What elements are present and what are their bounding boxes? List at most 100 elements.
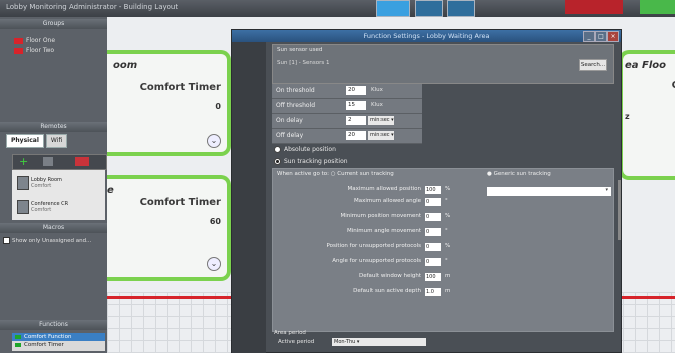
search-button[interactable]: Search... bbox=[579, 59, 607, 71]
param-unit: Klux bbox=[371, 102, 383, 108]
close-icon[interactable]: × bbox=[607, 31, 619, 42]
remote-list: Lobby Room Comfort Conference CR Comfort bbox=[12, 170, 105, 220]
function-value: 0 bbox=[215, 102, 221, 111]
maximize-icon[interactable]: □ bbox=[595, 31, 607, 42]
on-threshold-input[interactable]: 20 bbox=[346, 86, 366, 95]
param-label: Off threshold bbox=[276, 102, 316, 109]
checkbox-box[interactable] bbox=[3, 237, 10, 244]
room-name: e bbox=[107, 185, 114, 196]
remote-tabs: Physical Wifi bbox=[6, 134, 69, 148]
remote-sub: Comfort bbox=[31, 207, 52, 213]
title-bar: Lobby Monitoring Administrator - Buildin… bbox=[0, 0, 675, 17]
edit-icon[interactable] bbox=[43, 157, 53, 166]
area-label: Area period bbox=[274, 330, 306, 336]
sun-tracking-radio[interactable]: Sun tracking position bbox=[274, 158, 348, 165]
param-unit: Klux bbox=[371, 87, 383, 93]
add-icon[interactable]: + bbox=[19, 156, 29, 167]
list-view-button[interactable] bbox=[415, 0, 443, 17]
radio-dot[interactable] bbox=[274, 158, 281, 165]
function-icon bbox=[15, 343, 21, 347]
max-position-input[interactable]: 100 bbox=[425, 186, 441, 194]
adv-row: Minimum position movement 0% bbox=[340, 213, 451, 221]
window-title: Lobby Monitoring Administrator - Buildin… bbox=[6, 3, 179, 11]
max-angle-input[interactable]: 0 bbox=[425, 198, 441, 206]
param-row: On delay 2 min:sec ▾ bbox=[272, 114, 422, 129]
room-card[interactable]: oom Comfort Timer 0 ⌄ bbox=[107, 50, 231, 156]
alert-indicator[interactable] bbox=[565, 0, 623, 14]
function-value: z bbox=[625, 112, 630, 121]
option-generic[interactable]: ● Generic sun tracking bbox=[487, 171, 551, 177]
sensor-value: Sun [1] - Sensors 1 bbox=[277, 60, 330, 66]
on-delay-input[interactable]: 2 bbox=[346, 116, 366, 125]
room-name: oom bbox=[113, 60, 138, 71]
settings-view-button[interactable] bbox=[447, 0, 475, 17]
functions-header: Functions bbox=[0, 320, 107, 330]
minimize-icon[interactable]: _ bbox=[583, 31, 595, 42]
adv-row: Default window height 100 m bbox=[359, 273, 451, 281]
left-panel: Groups Floor One Floor Two Remotes Physi… bbox=[0, 17, 107, 353]
group-item[interactable]: Floor Two bbox=[14, 47, 54, 55]
checkbox-label: Show only Unassigned and... bbox=[12, 238, 92, 244]
function-value: 60 bbox=[209, 217, 221, 226]
function-name: Comfort Timer bbox=[139, 82, 221, 93]
function-list: Comfort Function Comfort Timer bbox=[12, 333, 105, 351]
area-period: Area period Active period Mon-Thu ▾ bbox=[272, 330, 612, 346]
list-item[interactable]: Conference CR Comfort bbox=[14, 196, 104, 218]
active-period-label: Active period bbox=[278, 339, 315, 345]
off-delay-unit-select[interactable]: min:sec ▾ bbox=[368, 131, 394, 140]
adv-row: Minimum angle movement 0 ° bbox=[347, 228, 448, 236]
room-card[interactable]: ea Floo C z bbox=[619, 50, 675, 180]
param-label: On delay bbox=[276, 117, 303, 124]
sun-tracking-panel: When active go to: ○ Current sun trackin… bbox=[272, 168, 614, 332]
group-label: Floor One bbox=[26, 37, 56, 44]
expand-icon[interactable]: ⌄ bbox=[207, 134, 221, 148]
list-item[interactable]: Lobby Room Comfort bbox=[14, 172, 104, 194]
min-position-input[interactable]: 0 bbox=[425, 213, 441, 221]
param-row: Off threshold 15 Klux bbox=[272, 99, 422, 114]
dialog-body: Sun sensor used Sun [1] - Sensors 1 Sear… bbox=[266, 42, 617, 353]
remote-sub: Comfort bbox=[31, 183, 52, 189]
off-delay-input[interactable]: 20 bbox=[346, 131, 366, 140]
tab-wifi[interactable]: Wifi bbox=[45, 134, 68, 148]
list-item[interactable]: Comfort Timer bbox=[12, 341, 105, 349]
function-settings-dialog: Function Settings - Lobby Waiting Area _… bbox=[231, 29, 622, 353]
group-color-icon bbox=[14, 37, 23, 44]
param-row: Off delay 20 min:sec ▾ bbox=[272, 129, 422, 144]
group-label: Floor Two bbox=[26, 47, 55, 54]
absolute-position-radio[interactable]: Absolute position bbox=[274, 146, 336, 153]
dialog-title: Function Settings - Lobby Waiting Area bbox=[232, 30, 621, 42]
option-current[interactable]: Current sun tracking bbox=[337, 171, 394, 177]
window-height-input[interactable]: 100 bbox=[425, 273, 441, 281]
dialog-side-strip bbox=[232, 42, 266, 353]
remotes-header: Remotes bbox=[0, 122, 107, 132]
expand-icon[interactable]: ⌄ bbox=[207, 257, 221, 271]
delete-icon[interactable] bbox=[75, 157, 89, 166]
group-item[interactable]: Floor One bbox=[14, 37, 55, 45]
active-period-select[interactable]: Mon-Thu ▾ bbox=[332, 338, 426, 346]
group-color-icon bbox=[14, 47, 23, 54]
sun-depth-input[interactable]: 1.0 bbox=[425, 288, 441, 296]
min-angle-input[interactable]: 0 bbox=[425, 228, 441, 236]
unsupported-position-input[interactable]: 0 bbox=[425, 243, 441, 251]
groups-header: Groups bbox=[0, 19, 107, 29]
radio-dot[interactable] bbox=[274, 146, 281, 153]
layout-view-button[interactable] bbox=[376, 0, 410, 17]
when-active-label: When active go to: ○ Current sun trackin… bbox=[277, 171, 394, 177]
on-delay-unit-select[interactable]: min:sec ▾ bbox=[368, 116, 394, 125]
list-item[interactable]: Comfort Function bbox=[12, 333, 105, 341]
adv-row: Angle for unsupported protocols 0 ° bbox=[332, 258, 448, 266]
sensor-box: Sun sensor used Sun [1] - Sensors 1 Sear… bbox=[272, 44, 614, 84]
adv-row: Maximum allowed angle 0 ° bbox=[353, 198, 448, 206]
off-threshold-input[interactable]: 15 bbox=[346, 101, 366, 110]
room-name: ea Floo bbox=[625, 60, 667, 71]
show-unassigned-checkbox[interactable]: Show only Unassigned and... bbox=[3, 237, 91, 244]
sensor-label: Sun sensor used bbox=[277, 47, 323, 53]
status-indicator[interactable] bbox=[640, 0, 675, 14]
adv-row: Position for unsupported protocols 0% bbox=[326, 243, 451, 251]
unsupported-angle-input[interactable]: 0 bbox=[425, 258, 441, 266]
dialog-scrollbar[interactable] bbox=[618, 180, 621, 240]
tab-physical[interactable]: Physical bbox=[6, 134, 44, 148]
room-card[interactable]: e Comfort Timer 60 ⌄ bbox=[107, 175, 231, 281]
function-name: C bbox=[672, 80, 675, 91]
function-icon bbox=[15, 335, 21, 339]
